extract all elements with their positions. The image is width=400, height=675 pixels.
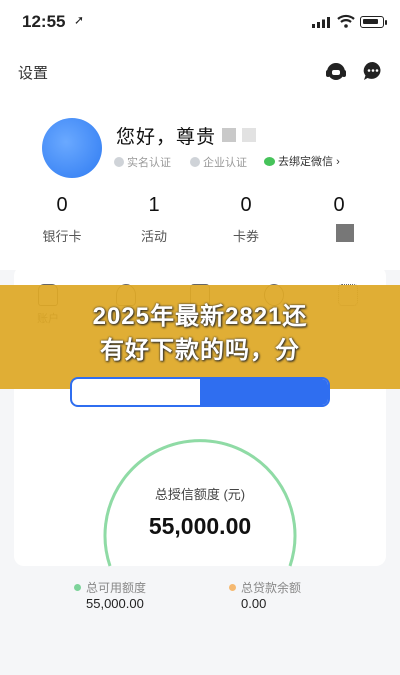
location-arrow-icon: ➚ — [74, 13, 85, 27]
loan-balance-value: 0.00 — [241, 596, 267, 611]
battery-icon — [360, 16, 384, 28]
cellular-signal-icon — [312, 17, 330, 28]
name-mosaic — [242, 128, 256, 142]
stat-label-mosaic — [336, 224, 354, 242]
headset-icon[interactable] — [325, 60, 347, 82]
settings-link[interactable]: 设置 — [18, 62, 48, 83]
company-verify[interactable]: 企业认证 — [190, 154, 247, 170]
total-credit-value: 55,000.00 — [148, 513, 252, 539]
greeting-text: 您好，尊贵 — [116, 127, 217, 148]
status-time: 12:55 — [22, 12, 66, 31]
shield-icon — [114, 157, 124, 167]
toggle-active-segment[interactable] — [200, 379, 328, 405]
avatar[interactable] — [42, 118, 102, 178]
banner-text: 2025年最新2821还 有好下款的吗，分 — [92, 303, 308, 364]
chevron-right-icon: › — [336, 156, 340, 168]
message-icon[interactable] — [362, 60, 384, 82]
wechat-icon — [264, 157, 275, 166]
real-name-verify[interactable]: 实名认证 — [114, 154, 171, 170]
name-mosaic — [222, 128, 236, 142]
available-dot-icon — [74, 584, 81, 591]
shield-icon — [190, 157, 200, 167]
stat-bank-cards[interactable]: 0 银行卡 — [27, 194, 97, 245]
gauge-track — [103, 439, 297, 567]
gauge-fill — [103, 439, 297, 567]
bind-wechat-link[interactable]: 去绑定微信 › — [264, 153, 340, 169]
total-credit-label: 总授信额度 (元) — [154, 487, 246, 502]
stat-other[interactable]: 0 — [304, 194, 374, 217]
stat-coupons[interactable]: 0 卡券 — [211, 194, 281, 245]
wifi-icon — [337, 14, 355, 28]
available-credit-label: 总可用额度 — [74, 579, 146, 596]
loan-dot-icon — [229, 584, 236, 591]
segment-toggle[interactable] — [70, 377, 330, 407]
available-credit-value: 55,000.00 — [86, 596, 144, 611]
stat-activities[interactable]: 1 活动 — [119, 194, 189, 245]
battery-tip — [385, 20, 387, 25]
page-bottom — [0, 620, 400, 675]
loan-balance-label: 总贷款余额 — [229, 579, 301, 596]
